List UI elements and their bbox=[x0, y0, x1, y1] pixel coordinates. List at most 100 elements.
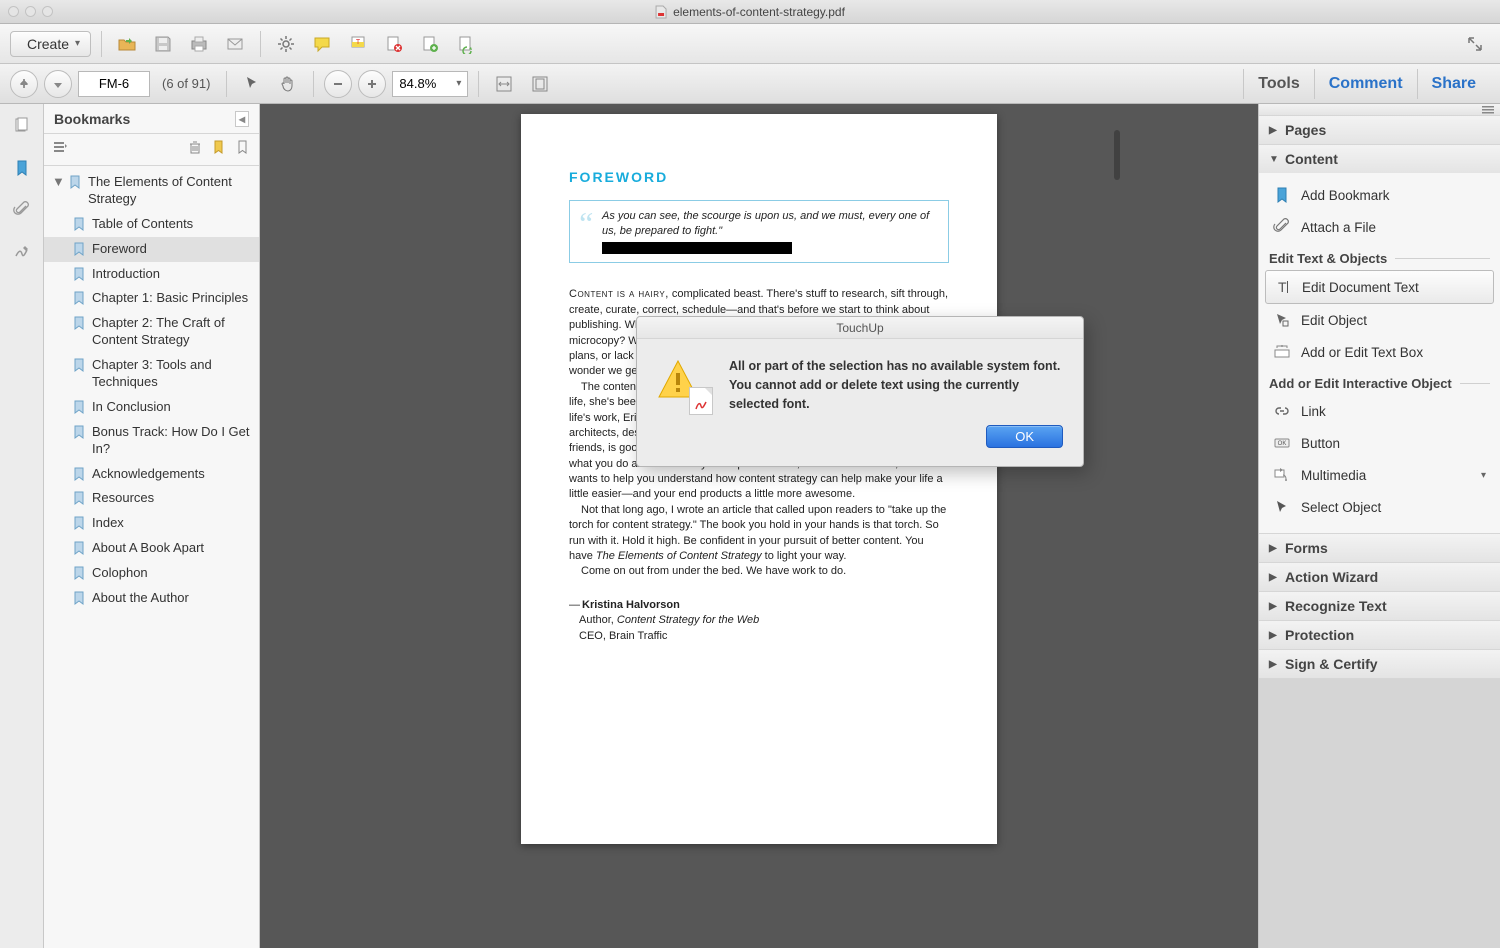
prev-page-button[interactable] bbox=[10, 70, 38, 98]
share-tab[interactable]: Share bbox=[1417, 69, 1490, 99]
redacted-bar bbox=[602, 242, 792, 254]
zoom-level-select[interactable]: 84.8% ▾ bbox=[392, 71, 468, 97]
window-titlebar: elements-of-content-strategy.pdf bbox=[0, 0, 1500, 24]
disclosure-icon[interactable]: ▼ bbox=[52, 174, 62, 191]
quote-mark-icon: “ bbox=[576, 201, 594, 246]
zoom-in-button[interactable] bbox=[358, 70, 386, 98]
add-page-button[interactable] bbox=[415, 30, 445, 58]
close-window-icon[interactable] bbox=[8, 6, 19, 17]
edit-object-button[interactable]: Edit Object bbox=[1265, 304, 1494, 336]
document-viewport[interactable]: FOREWORD “ As you can see, the scourge i… bbox=[260, 104, 1258, 948]
protection-accordion[interactable]: ▶Protection bbox=[1259, 621, 1500, 649]
pages-accordion[interactable]: ▶Pages bbox=[1259, 116, 1500, 144]
quote-box[interactable]: “ As you can see, the scourge is upon us… bbox=[569, 200, 949, 264]
panel-menu-button[interactable] bbox=[1259, 104, 1500, 116]
save-button[interactable] bbox=[148, 30, 178, 58]
attach-file-button[interactable]: Attach a File bbox=[1265, 211, 1494, 243]
bookmarks-tab-button[interactable] bbox=[7, 154, 37, 182]
content-accordion[interactable]: ▼Content bbox=[1259, 145, 1500, 173]
bookmark-item[interactable]: ▼The Elements of Content Strategy bbox=[44, 170, 259, 212]
create-button[interactable]: Create ▾ bbox=[10, 31, 91, 57]
open-button[interactable] bbox=[112, 30, 142, 58]
add-bookmark-button[interactable]: Add Bookmark bbox=[1265, 179, 1494, 211]
bookmark-label: Table of Contents bbox=[92, 216, 193, 233]
quote-text: As you can see, the scourge is upon us, … bbox=[602, 210, 929, 237]
bookmark-item[interactable]: Table of Contents bbox=[44, 212, 259, 237]
accordion-label: Action Wizard bbox=[1285, 569, 1378, 585]
recognize-text-accordion[interactable]: ▶Recognize Text bbox=[1259, 592, 1500, 620]
delete-page-button[interactable] bbox=[379, 30, 409, 58]
svg-text:T: T bbox=[356, 39, 361, 46]
new-bookmark-from-button[interactable] bbox=[235, 139, 251, 160]
add-textbox-button[interactable]: Add or Edit Text Box bbox=[1265, 336, 1494, 368]
body-paragraph: Come on out from under the bed. We have … bbox=[569, 564, 949, 579]
rotate-page-button[interactable] bbox=[451, 30, 481, 58]
new-bookmark-button[interactable] bbox=[211, 139, 227, 160]
bookmark-item[interactable]: Acknowledgements bbox=[44, 462, 259, 487]
select-tool-button[interactable] bbox=[237, 70, 267, 98]
multimedia-button[interactable]: Multimedia▾ bbox=[1265, 459, 1494, 491]
edit-text-objects-heading: Edit Text & Objects bbox=[1265, 243, 1494, 270]
accordion-label: Content bbox=[1285, 151, 1338, 167]
bookmark-label: Acknowledgements bbox=[92, 466, 205, 483]
bookmark-options-button[interactable] bbox=[52, 139, 68, 160]
bookmark-item[interactable]: Resources bbox=[44, 486, 259, 511]
email-button[interactable] bbox=[220, 30, 250, 58]
bookmark-item[interactable]: About the Author bbox=[44, 586, 259, 611]
thumbnails-tab-button[interactable] bbox=[7, 112, 37, 140]
link-button[interactable]: Link bbox=[1265, 395, 1494, 427]
settings-button[interactable] bbox=[271, 30, 301, 58]
signatures-tab-button[interactable] bbox=[7, 238, 37, 266]
next-page-button[interactable] bbox=[44, 70, 72, 98]
forms-accordion[interactable]: ▶Forms bbox=[1259, 534, 1500, 562]
page-count-label: (6 of 91) bbox=[162, 76, 210, 91]
ok-button[interactable]: OK bbox=[986, 425, 1063, 448]
bookmark-item[interactable]: Colophon bbox=[44, 561, 259, 586]
bookmark-item[interactable]: Bonus Track: How Do I Get In? bbox=[44, 420, 259, 462]
bookmark-item[interactable]: Index bbox=[44, 511, 259, 536]
bookmark-label: Chapter 2: The Craft of Content Strategy bbox=[92, 315, 253, 349]
action-wizard-accordion[interactable]: ▶Action Wizard bbox=[1259, 563, 1500, 591]
page-content: FOREWORD “ As you can see, the scourge i… bbox=[521, 114, 997, 844]
expand-button[interactable] bbox=[1460, 30, 1490, 58]
form-button-button[interactable]: OKButton bbox=[1265, 427, 1494, 459]
bookmark-item[interactable]: Chapter 2: The Craft of Content Strategy bbox=[44, 311, 259, 353]
left-navigation-rail bbox=[0, 104, 44, 948]
select-object-button[interactable]: Select Object bbox=[1265, 491, 1494, 523]
zoom-out-button[interactable] bbox=[324, 70, 352, 98]
edit-document-text-button[interactable]: TEdit Document Text bbox=[1265, 270, 1494, 304]
page-number-input[interactable] bbox=[78, 71, 150, 97]
bookmark-item[interactable]: In Conclusion bbox=[44, 395, 259, 420]
fit-page-button[interactable] bbox=[525, 70, 555, 98]
bookmark-label: Resources bbox=[92, 490, 154, 507]
delete-bookmark-button[interactable] bbox=[187, 139, 203, 160]
bookmark-item[interactable]: Foreword bbox=[44, 237, 259, 262]
print-button[interactable] bbox=[184, 30, 214, 58]
bookmark-icon bbox=[68, 175, 82, 189]
bookmark-label: Bonus Track: How Do I Get In? bbox=[92, 424, 253, 458]
comment-tab[interactable]: Comment bbox=[1314, 69, 1417, 99]
bookmark-item[interactable]: Chapter 1: Basic Principles bbox=[44, 286, 259, 311]
comment-button[interactable] bbox=[307, 30, 337, 58]
fit-width-button[interactable] bbox=[489, 70, 519, 98]
hand-tool-button[interactable] bbox=[273, 70, 303, 98]
panel-filler bbox=[1259, 679, 1500, 948]
zoom-window-icon[interactable] bbox=[42, 6, 53, 17]
bookmark-item[interactable]: About A Book Apart bbox=[44, 536, 259, 561]
collapse-panel-icon[interactable]: ◂ bbox=[235, 111, 249, 127]
create-label: Create bbox=[27, 36, 69, 52]
bookmark-icon bbox=[72, 358, 86, 372]
dialog-titlebar[interactable]: TouchUp bbox=[637, 317, 1083, 339]
bookmark-icon bbox=[72, 467, 86, 481]
sign-certify-accordion[interactable]: ▶Sign & Certify bbox=[1259, 650, 1500, 678]
attachments-tab-button[interactable] bbox=[7, 196, 37, 224]
touchup-dialog: TouchUp All or part of the selection has… bbox=[636, 316, 1084, 467]
bookmark-item[interactable]: Introduction bbox=[44, 262, 259, 287]
tools-tab[interactable]: Tools bbox=[1243, 69, 1313, 99]
highlight-button[interactable]: T bbox=[343, 30, 373, 58]
bookmark-item[interactable]: Chapter 3: Tools and Techniques bbox=[44, 353, 259, 395]
item-label: Attach a File bbox=[1301, 220, 1376, 235]
scrollbar[interactable] bbox=[1114, 130, 1120, 180]
bookmark-label: In Conclusion bbox=[92, 399, 171, 416]
minimize-window-icon[interactable] bbox=[25, 6, 36, 17]
